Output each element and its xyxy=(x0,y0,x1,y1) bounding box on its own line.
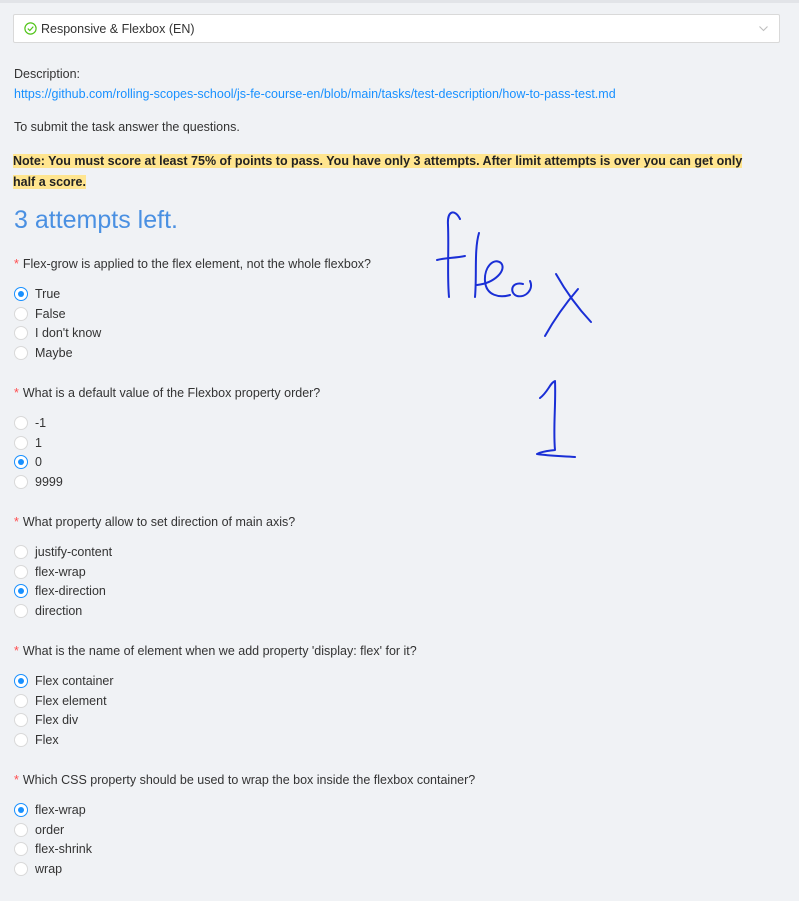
answer-option[interactable]: Flex element xyxy=(14,691,714,711)
question-text: * What property allow to set direction of… xyxy=(14,515,714,535)
answer-option-label: justify-content xyxy=(35,544,113,559)
answer-option[interactable]: 1 xyxy=(14,433,714,453)
answer-option-label: direction xyxy=(35,604,83,619)
radio-button[interactable] xyxy=(14,604,28,619)
radio-button[interactable] xyxy=(14,286,28,301)
answer-option-label: wrap xyxy=(35,862,63,877)
required-asterisk: * xyxy=(14,773,19,787)
question-label: Which CSS property should be used to wra… xyxy=(22,773,476,787)
answer-option[interactable]: Flex container xyxy=(14,671,714,691)
radio-button[interactable] xyxy=(14,306,28,321)
question-label: Flex-grow is applied to the flex element… xyxy=(22,257,371,271)
answer-option-label: flex-shrink xyxy=(35,842,92,857)
answer-options: flex-wrap order flex-shrink wrap xyxy=(14,800,714,879)
answer-option-label: I don't know xyxy=(35,326,102,341)
radio-button[interactable] xyxy=(14,842,28,857)
answer-option[interactable]: Maybe xyxy=(14,343,714,363)
check-circle-icon xyxy=(24,22,37,35)
radio-button[interactable] xyxy=(14,326,28,341)
answer-option[interactable]: True xyxy=(14,284,714,304)
radio-button[interactable] xyxy=(14,713,28,728)
answer-option[interactable]: Flex div xyxy=(14,711,714,731)
note-warning: Note: You must score at least 75% of poi… xyxy=(13,151,758,193)
answer-option-label: False xyxy=(35,306,66,321)
answer-option-label: order xyxy=(35,822,65,837)
answer-option[interactable]: flex-shrink xyxy=(14,840,714,860)
radio-button[interactable] xyxy=(14,733,28,748)
question-label: What is the name of element when we add … xyxy=(22,644,417,658)
answer-options: justify-content flex-wrap flex-direction di… xyxy=(14,542,714,621)
radio-button[interactable] xyxy=(14,862,28,877)
question-4: * What is the name of element when we add… xyxy=(14,644,714,750)
answer-option[interactable]: Flex xyxy=(14,730,714,750)
note-text: Note: You must score at least 75% of poi… xyxy=(13,154,743,189)
question-text: * Flex-grow is applied to the flex elemen… xyxy=(14,257,714,277)
required-asterisk: * xyxy=(14,386,19,400)
answer-option[interactable]: flex-wrap xyxy=(14,562,714,582)
question-1: * Flex-grow is applied to the flex elemen… xyxy=(14,257,714,363)
answer-option[interactable]: direction xyxy=(14,601,714,621)
required-asterisk: * xyxy=(14,515,19,529)
answer-option-label: True xyxy=(35,286,61,301)
answer-option-label: Flex container xyxy=(35,673,114,688)
radio-button[interactable] xyxy=(14,415,28,430)
question-text: * Which CSS property should be used to wr… xyxy=(14,773,714,793)
submit-instructions: To submit the task answer the questions. xyxy=(14,120,240,134)
answer-option-label: flex-wrap xyxy=(35,802,86,817)
answer-option[interactable]: justify-content xyxy=(14,542,714,562)
radio-button[interactable] xyxy=(14,822,28,837)
answer-option[interactable]: 9999 xyxy=(14,472,714,492)
question-text: * What is the name of element when we add… xyxy=(14,644,714,664)
course-select[interactable]: Responsive & Flexbox (EN) xyxy=(13,14,780,43)
answer-option[interactable]: I don't know xyxy=(14,324,714,344)
answer-option-label: Flex xyxy=(35,733,59,748)
radio-button[interactable] xyxy=(14,455,28,470)
radio-button[interactable] xyxy=(14,435,28,450)
answer-option-label: 9999 xyxy=(35,475,63,490)
radio-button[interactable] xyxy=(14,544,28,559)
chevron-down-icon[interactable] xyxy=(758,23,769,34)
radio-button[interactable] xyxy=(14,475,28,490)
radio-button[interactable] xyxy=(14,584,28,599)
answer-options: -1 1 0 9999 xyxy=(14,413,714,492)
description-label: Description: xyxy=(14,67,80,81)
answer-option[interactable]: 0 xyxy=(14,453,714,473)
required-asterisk: * xyxy=(14,644,19,658)
question-label: What is a default value of the Flexbox p… xyxy=(22,386,321,400)
answer-option-label: -1 xyxy=(35,415,47,430)
answer-option[interactable]: order xyxy=(14,820,714,840)
answer-option-label: flex-wrap xyxy=(35,564,86,579)
question-2: * What is a default value of the Flexbox … xyxy=(14,386,714,492)
radio-button[interactable] xyxy=(14,693,28,708)
radio-button[interactable] xyxy=(14,673,28,688)
course-select-value: Responsive & Flexbox (EN) xyxy=(41,21,195,36)
question-3: * What property allow to set direction of… xyxy=(14,515,714,621)
answer-option-label: 0 xyxy=(35,455,42,470)
top-divider xyxy=(0,0,799,3)
answer-option[interactable]: flex-wrap xyxy=(14,800,714,820)
attempts-left-heading: 3 attempts left. xyxy=(14,206,178,234)
answer-option-label: Flex element xyxy=(35,693,107,708)
answer-option-label: Maybe xyxy=(35,346,73,361)
answer-option[interactable]: -1 xyxy=(14,413,714,433)
question-text: * What is a default value of the Flexbox … xyxy=(14,386,714,406)
answer-options: Flex container Flex element Flex div Flex xyxy=(14,671,714,750)
answer-option-label: flex-direction xyxy=(35,584,106,599)
question-label: What property allow to set direction of … xyxy=(22,515,296,529)
required-asterisk: * xyxy=(14,257,19,271)
answer-option[interactable]: False xyxy=(14,304,714,324)
answer-option[interactable]: wrap xyxy=(14,859,714,879)
answer-option[interactable]: flex-direction xyxy=(14,582,714,602)
radio-button[interactable] xyxy=(14,802,28,817)
answer-options: True False I don't know Maybe xyxy=(14,284,714,363)
radio-button[interactable] xyxy=(14,346,28,361)
radio-button[interactable] xyxy=(14,564,28,579)
answer-option-label: 1 xyxy=(35,435,42,450)
question-5: * Which CSS property should be used to wr… xyxy=(14,773,714,879)
description-link[interactable]: https://github.com/rolling-scopes-school… xyxy=(14,87,616,101)
answer-option-label: Flex div xyxy=(35,713,79,728)
